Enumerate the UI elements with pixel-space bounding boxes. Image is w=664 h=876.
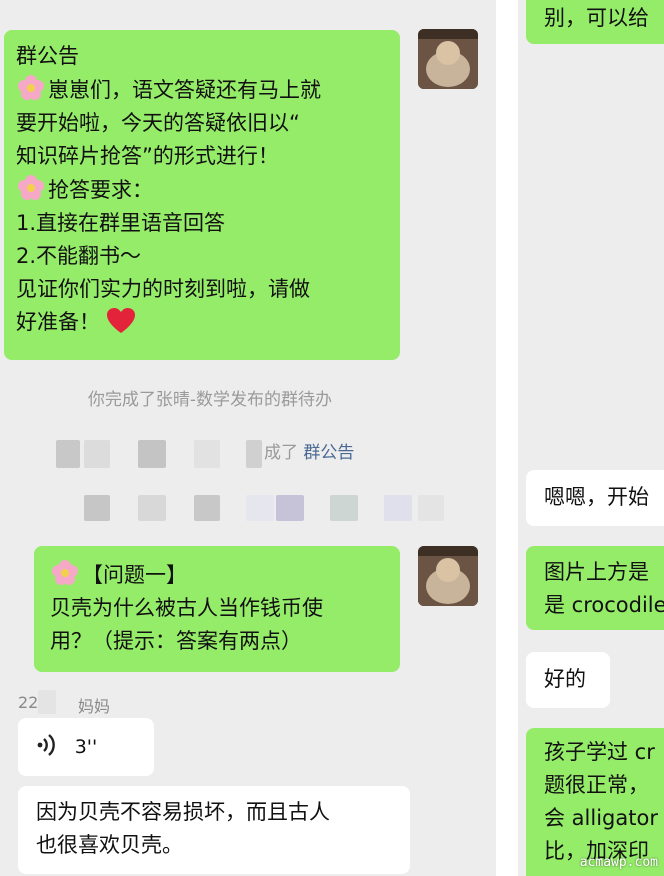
question-line-1: 贝壳为什么被古人当作钱币使 bbox=[50, 596, 323, 620]
flower-emoji-icon bbox=[18, 175, 44, 200]
red-heart-icon bbox=[107, 308, 135, 333]
avatar[interactable] bbox=[418, 546, 478, 606]
blurred-area bbox=[138, 440, 166, 468]
announcement-line-3: 知识碎片抢答”的形式进行！ bbox=[16, 144, 279, 168]
message-bubble-2[interactable]: 图片上方是 是 crocodile bbox=[526, 546, 664, 630]
blurred-area bbox=[84, 495, 110, 521]
message-bubble-top[interactable]: 别，可以给 bbox=[526, 0, 664, 44]
message-2-line-2: 是 crocodile bbox=[544, 593, 664, 617]
message-4-line-3: 会 alligator bbox=[544, 806, 658, 830]
rule-2: 2.不能翻书～ bbox=[16, 244, 142, 268]
system-message-2: 成了 群公告 bbox=[264, 438, 404, 463]
chat-panel-left: 群公告 崽崽们，语文答疑还有马上就 要开始啦，今天的答疑依旧以“ 知识碎片抢答”… bbox=[0, 0, 496, 876]
flower-emoji-icon bbox=[52, 560, 78, 585]
flower-emoji-icon bbox=[18, 75, 44, 100]
sender-number: 22 bbox=[18, 693, 39, 712]
closing-line-2: 好准备！ bbox=[16, 310, 100, 334]
announcement-bubble[interactable]: 群公告 崽崽们，语文答疑还有马上就 要开始啦，今天的答疑依旧以“ 知识碎片抢答”… bbox=[4, 30, 400, 360]
blurred-area bbox=[384, 495, 412, 521]
closing-line-1: 见证你们实力的时刻到啦，请做 bbox=[16, 277, 310, 301]
question-line-2: 用？（提示：答案有两点） bbox=[50, 629, 302, 653]
blurred-area bbox=[138, 495, 166, 521]
blurred-area bbox=[194, 495, 220, 521]
question-bubble[interactable]: 【问题一】 贝壳为什么被古人当作钱币使 用？（提示：答案有两点） bbox=[34, 546, 400, 672]
message-4-line-2: 题很正常， bbox=[544, 773, 649, 797]
announcement-line-1: 崽崽们，语文答疑还有马上就 bbox=[48, 78, 321, 102]
message-bubble-3[interactable]: 好的 bbox=[526, 652, 610, 708]
blurred-area bbox=[246, 495, 274, 521]
watermark: acmawp.com bbox=[579, 855, 658, 870]
avatar-photo-icon bbox=[418, 546, 478, 606]
message-bubble-1[interactable]: 嗯嗯，开始 bbox=[526, 470, 664, 526]
blurred-area bbox=[84, 440, 110, 468]
voice-wave-icon bbox=[37, 734, 55, 756]
announcement-line-2: 要开始啦，今天的答疑依旧以“ bbox=[16, 111, 300, 135]
blurred-area bbox=[330, 495, 358, 521]
answer-line-1: 因为贝壳不容易损坏，而且古人 bbox=[36, 800, 330, 824]
question-title: 【问题一】 bbox=[82, 563, 187, 587]
blurred-area bbox=[246, 440, 262, 468]
blurred-area bbox=[38, 690, 56, 714]
avatar-photo-icon bbox=[418, 29, 478, 89]
answer-message[interactable]: 因为贝壳不容易损坏，而且古人 也很喜欢贝壳。 bbox=[18, 786, 410, 874]
system-message-2-prefix: 成了 bbox=[264, 443, 298, 463]
voice-message[interactable]: 3'' bbox=[18, 718, 154, 776]
system-message: 你完成了张晴-数学发布的群待办 bbox=[87, 390, 333, 410]
announcement-title: 群公告 bbox=[16, 44, 79, 68]
top-message-text: 别，可以给 bbox=[544, 6, 649, 30]
sender-name: 妈妈 bbox=[78, 697, 111, 716]
group-announcement-link[interactable]: 群公告 bbox=[303, 443, 354, 463]
avatar[interactable] bbox=[418, 29, 478, 89]
blurred-area bbox=[56, 440, 80, 468]
message-3-text: 好的 bbox=[544, 667, 586, 691]
message-4-line-1: 孩子学过 cr bbox=[544, 740, 655, 764]
answer-line-2: 也很喜欢贝壳。 bbox=[36, 833, 183, 857]
message-2-line-1: 图片上方是 bbox=[544, 560, 649, 584]
blurred-area bbox=[418, 495, 444, 521]
blurred-area bbox=[276, 495, 304, 521]
rules-title: 抢答要求： bbox=[48, 178, 153, 202]
rule-1: 1.直接在群里语音回答 bbox=[16, 211, 226, 235]
message-bubble-4[interactable]: 孩子学过 cr 题很正常， 会 alligator 比，加深印 bbox=[526, 728, 664, 876]
voice-duration: 3'' bbox=[74, 736, 98, 758]
message-1-text: 嗯嗯，开始 bbox=[544, 485, 649, 509]
blurred-area bbox=[194, 440, 220, 468]
chat-panel-right: 别，可以给 嗯嗯，开始 图片上方是 是 crocodile 好的 孩子学过 cr… bbox=[518, 0, 664, 876]
